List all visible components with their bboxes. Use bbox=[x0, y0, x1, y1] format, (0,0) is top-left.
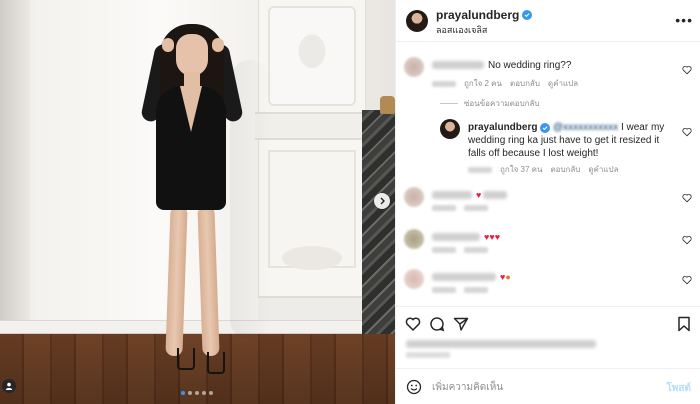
reply-item: prayalundberg @xxxxxxxxxxx I wear my wed… bbox=[440, 119, 694, 179]
bookmark-icon[interactable] bbox=[676, 316, 692, 332]
heart-icon[interactable] bbox=[682, 127, 692, 137]
carousel-dot bbox=[188, 391, 192, 395]
post-photo[interactable] bbox=[0, 0, 395, 404]
avatar[interactable] bbox=[404, 229, 424, 249]
comment-time bbox=[432, 80, 456, 87]
comment-item: No wedding ring?? ถูกใจ 2 คน ตอบกลับ ดูค… bbox=[404, 57, 694, 97]
heart-icon[interactable] bbox=[682, 65, 692, 75]
post-side-panel: prayalundberg ลอสแองเจลิส ••• No wedding… bbox=[395, 0, 700, 404]
comment-item: ♥♥♥ bbox=[404, 229, 694, 265]
emoji-icon: ● bbox=[505, 272, 511, 282]
comment-reply-button[interactable]: ตอบกลับ bbox=[510, 77, 540, 90]
header-username[interactable]: prayalundberg bbox=[436, 8, 519, 22]
carousel-dot bbox=[181, 391, 185, 395]
carousel-dot bbox=[209, 391, 213, 395]
comments-list: No wedding ring?? ถูกใจ 2 คน ตอบกลับ ดูค… bbox=[396, 43, 700, 305]
heart-icon[interactable] bbox=[682, 193, 692, 203]
avatar[interactable] bbox=[404, 187, 424, 207]
avatar[interactable] bbox=[406, 10, 428, 32]
comment-icon[interactable] bbox=[429, 316, 445, 332]
carousel-next-button[interactable] bbox=[374, 193, 390, 209]
heart-icon[interactable] bbox=[682, 275, 692, 285]
post-comment-button[interactable]: โพสต์ bbox=[666, 381, 691, 396]
reply-time bbox=[468, 166, 492, 173]
add-comment-bar: โพสต์ bbox=[396, 368, 700, 404]
comment-translate-button[interactable]: ดูคำแปล bbox=[548, 77, 578, 90]
comment-item: ♥ bbox=[404, 187, 694, 223]
avatar[interactable] bbox=[404, 269, 424, 289]
emoji-smiley-icon[interactable] bbox=[406, 379, 422, 395]
comment-username-blurred[interactable] bbox=[432, 61, 484, 70]
red-heart-emoji: ♥ bbox=[476, 190, 482, 200]
tagged-users-button[interactable] bbox=[2, 379, 16, 393]
comment-username-blurred[interactable] bbox=[432, 273, 496, 282]
reply-likes[interactable]: ถูกใจ 37 คน bbox=[500, 163, 542, 176]
carousel-dot bbox=[202, 391, 206, 395]
more-horizontal-icon[interactable]: ••• bbox=[675, 12, 693, 28]
post-header: prayalundberg ลอสแองเจลิส ••• bbox=[396, 0, 700, 42]
likes-count-blurred[interactable] bbox=[406, 340, 596, 348]
carousel-dots bbox=[181, 391, 213, 395]
comment-item: ♥● bbox=[404, 269, 694, 305]
verified-badge-icon bbox=[522, 10, 533, 20]
comment-username-blurred[interactable] bbox=[432, 191, 472, 200]
hide-replies-button[interactable]: ซ่อนข้อความตอบกลับ bbox=[440, 97, 540, 110]
like-heart-icon[interactable] bbox=[405, 316, 421, 332]
red-heart-emoji: ♥♥♥ bbox=[484, 232, 501, 242]
reply-mention-blurred[interactable]: @xxxxxxxxxxx bbox=[553, 122, 618, 133]
chevron-right-icon bbox=[380, 197, 385, 205]
comment-likes[interactable]: ถูกใจ 2 คน bbox=[464, 77, 502, 90]
share-paper-plane-icon[interactable] bbox=[453, 316, 469, 332]
reply-username[interactable]: prayalundberg bbox=[468, 122, 537, 133]
instagram-post-modal: prayalundberg ลอสแองเจลิส ••• No wedding… bbox=[0, 0, 700, 404]
reply-translate-button[interactable]: ดูคำแปล bbox=[588, 163, 618, 176]
user-icon bbox=[5, 382, 13, 390]
comment-text: No wedding ring?? bbox=[488, 60, 572, 71]
comment-username-blurred[interactable] bbox=[432, 233, 480, 242]
verified-badge-icon bbox=[540, 123, 551, 133]
figure-face bbox=[176, 34, 208, 76]
header-location[interactable]: ลอสแองเจลิส bbox=[436, 23, 487, 37]
post-actions bbox=[396, 306, 700, 340]
avatar[interactable] bbox=[440, 119, 460, 139]
add-comment-input[interactable] bbox=[432, 378, 652, 396]
heart-icon[interactable] bbox=[682, 235, 692, 245]
avatar[interactable] bbox=[404, 57, 424, 77]
post-date-blurred bbox=[406, 352, 450, 358]
carousel-dot bbox=[195, 391, 199, 395]
reply-reply-button[interactable]: ตอบกลับ bbox=[550, 163, 580, 176]
marble-column bbox=[362, 110, 395, 360]
